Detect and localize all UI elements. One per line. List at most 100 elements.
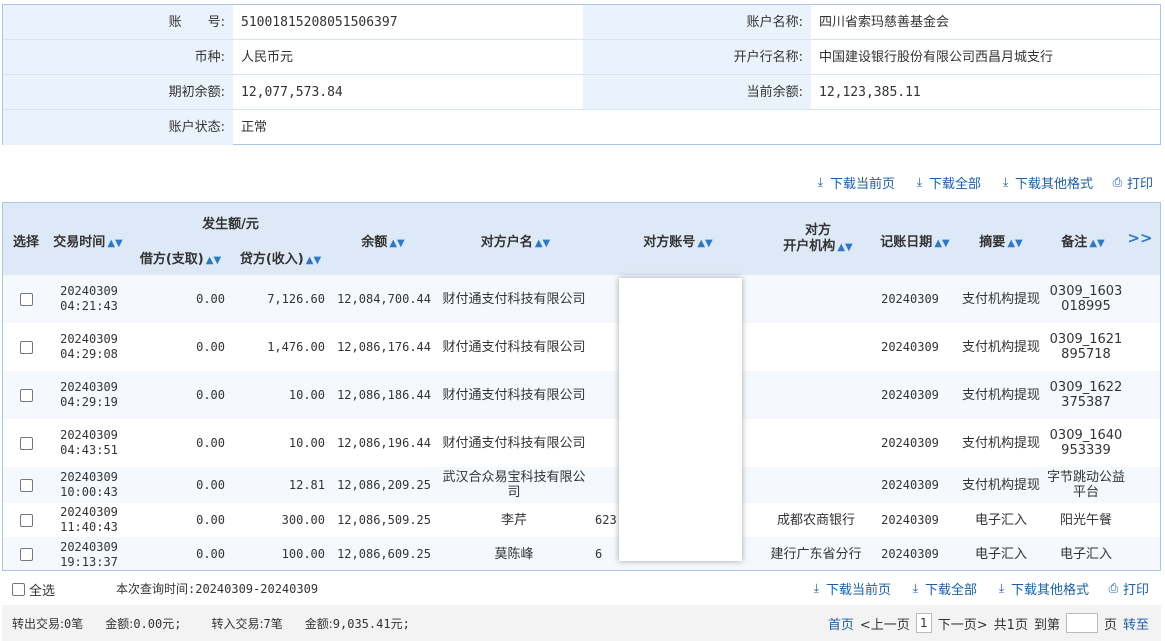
- header-balance-label: 余额: [361, 235, 388, 250]
- cell-clock: 04:21:43: [60, 299, 118, 313]
- cell-counterparty-name-text: 财付通支付科技有限公司: [442, 291, 586, 307]
- table-row[interactable]: 20240309 04:43:51 0.00 10.00 12,086,196.44 财付…: [3, 419, 1160, 467]
- goto-label: 到第: [1033, 617, 1060, 633]
- cell-debit: 0.00: [133, 467, 225, 503]
- download-page-button[interactable]: ⤓ 下载当前页: [810, 579, 891, 598]
- header-book-date[interactable]: 记账日期 ▲▼: [875, 231, 955, 250]
- header-summary[interactable]: 摘要 ▲▼: [961, 231, 1041, 250]
- header-debit[interactable]: 借方(支取) ▲▼: [133, 248, 228, 267]
- cell-remark: 0309_1622375387: [1047, 371, 1125, 419]
- table-header: 选择 交易时间 ▲▼ 发生额/元 借方(支取) ▲▼ 贷方(收入) ▲▼ 余额 ▲▼ 对…: [3, 203, 1160, 275]
- next-page-link[interactable]: 下一页>: [938, 614, 988, 633]
- cell-counterparty-bank-text: 成都农商银行: [776, 512, 855, 528]
- cell-time: 20240309 04:43:51: [49, 419, 129, 467]
- header-credit[interactable]: 贷方(收入) ▲▼: [233, 248, 328, 267]
- account-row-4: 账户状态: 正常: [3, 110, 1160, 145]
- row-checkbox[interactable]: [7, 323, 45, 371]
- row-checkbox-box[interactable]: [19, 548, 33, 561]
- out-amount: 0.00元;: [133, 617, 182, 631]
- select-all[interactable]: 全选: [12, 580, 55, 599]
- account-row-3: 期初余额: 12,077,573.84 当前余额: 12,123,385.11: [3, 75, 1160, 110]
- row-checkbox[interactable]: [7, 419, 45, 467]
- download-icon: ⤓: [916, 175, 923, 189]
- in-label: 转入交易:: [211, 617, 264, 631]
- cell-date: 20240309: [60, 470, 118, 484]
- go-button[interactable]: 转至: [1123, 614, 1149, 633]
- opening-balance-label: 期初余额:: [3, 75, 233, 110]
- header-counterparty-account[interactable]: 对方账号 ▲▼: [603, 231, 753, 250]
- cell-balance-text: 12,086,176.44: [337, 339, 431, 354]
- download-page-button[interactable]: ⤓ 下载当前页: [814, 173, 895, 192]
- cell-debit-text: 0.00: [196, 435, 225, 450]
- table-row[interactable]: 20240309 04:29:08 0.00 1,476.00 12,086,176.4…: [3, 323, 1160, 371]
- first-page-link[interactable]: 首页: [828, 614, 854, 633]
- download-other-format-button[interactable]: ⤓ 下载其他格式: [999, 173, 1093, 192]
- cell-credit-text: 100.00: [281, 547, 325, 561]
- cell-date: 20240309: [60, 380, 118, 394]
- cell-counterparty-name-text: 李芹: [500, 512, 527, 528]
- row-checkbox-box[interactable]: [19, 340, 33, 354]
- cell-summary-text: 支付机构提现: [961, 477, 1040, 493]
- cell-time: 20240309 10:00:43: [49, 467, 129, 503]
- table-row[interactable]: 20240309 04:21:43 0.00 7,126.60 12,084,700.4…: [3, 275, 1160, 323]
- cell-book-date-text: 20240309: [881, 339, 939, 354]
- current-balance-value: 12,123,385.11: [819, 85, 921, 100]
- print-button[interactable]: ⎙ 打印: [1107, 579, 1149, 598]
- row-checkbox-box[interactable]: [19, 436, 33, 450]
- cell-date: 20240309: [60, 505, 118, 519]
- header-remark[interactable]: 备注 ▲▼: [1048, 231, 1118, 250]
- cell-summary: 支付机构提现: [961, 371, 1041, 419]
- out-label: 转出交易:: [12, 617, 65, 631]
- table-row[interactable]: 20240309 19:13:37 0.00 100.00 12,086,609.25 莫…: [3, 537, 1160, 570]
- cell-credit: 300.00: [233, 503, 325, 537]
- cell-summary-text: 电子汇入: [974, 547, 1027, 562]
- download-all-button[interactable]: ⤓ 下载全部: [913, 173, 981, 192]
- print-button[interactable]: ⎙ 打印: [1111, 173, 1153, 192]
- row-checkbox[interactable]: [7, 275, 45, 323]
- header-counterparty-bank-line2: 开户机构: [783, 239, 836, 254]
- table-row[interactable]: 20240309 10:00:43 0.00 12.81 12,086,209.25 武汉…: [3, 467, 1160, 503]
- prev-page-link[interactable]: <上一页: [860, 614, 910, 633]
- cell-balance: 12,086,196.44: [333, 419, 431, 467]
- header-time[interactable]: 交易时间 ▲▼: [49, 231, 127, 250]
- row-checkbox[interactable]: [7, 371, 45, 419]
- sort-icon: ▲▼: [305, 255, 322, 266]
- header-counterparty-bank-line1: 对方: [804, 223, 831, 238]
- account-number-value: 51001815208051506397: [241, 15, 398, 30]
- cell-balance-text: 12,086,186.44: [337, 387, 431, 402]
- cell-credit-text: 300.00: [281, 512, 325, 527]
- cell-remark-text: 0309_1640953339: [1049, 428, 1123, 458]
- table-row[interactable]: 20240309 04:29:19 0.00 10.00 12,086,186.44 财付…: [3, 371, 1160, 419]
- download-other-label: 下载其他格式: [1010, 583, 1089, 598]
- header-counterparty-name-label: 对方户名: [480, 235, 533, 250]
- row-checkbox-box[interactable]: [19, 292, 33, 306]
- bank-name-value: 中国建设银行股份有限公司西昌月城支行: [819, 50, 1054, 65]
- header-counterparty-bank[interactable]: 对方 开户机构 ▲▼: [763, 223, 873, 256]
- row-checkbox[interactable]: [7, 537, 45, 570]
- table-row[interactable]: 20240309 11:40:43 0.00 300.00 12,086,509.25 李…: [3, 503, 1160, 537]
- cell-book-date: 20240309: [875, 503, 945, 537]
- download-other-format-button[interactable]: ⤓ 下载其他格式: [995, 579, 1089, 598]
- cell-counterparty-name: 莫陈峰: [441, 537, 587, 570]
- cell-book-date-text: 20240309: [881, 435, 939, 450]
- row-checkbox-box[interactable]: [19, 478, 33, 492]
- select-all-checkbox[interactable]: [12, 583, 25, 596]
- header-counterparty-name[interactable]: 对方户名 ▲▼: [443, 231, 588, 250]
- row-checkbox-box[interactable]: [19, 513, 33, 527]
- total-pages: 共1页: [993, 617, 1028, 633]
- cell-summary: 电子汇入: [961, 537, 1041, 570]
- download-all-button[interactable]: ⤓ 下载全部: [909, 579, 977, 598]
- expand-columns-icon[interactable]: >>: [1125, 229, 1155, 247]
- cell-balance: 12,086,509.25: [333, 503, 431, 537]
- row-checkbox[interactable]: [7, 467, 45, 503]
- download-icon: ⤓: [813, 581, 820, 595]
- cell-balance: 12,086,176.44: [333, 323, 431, 371]
- row-checkbox-box[interactable]: [19, 388, 33, 402]
- row-checkbox[interactable]: [7, 503, 45, 537]
- cell-balance: 12,086,186.44: [333, 371, 431, 419]
- page-jump-input[interactable]: [1065, 613, 1098, 633]
- cell-book-date-text: 20240309: [881, 547, 939, 561]
- query-time: 本次查询时间:20240309-20240309: [116, 582, 319, 596]
- sort-icon: ▲▼: [107, 238, 123, 249]
- header-balance[interactable]: 余额 ▲▼: [333, 231, 433, 250]
